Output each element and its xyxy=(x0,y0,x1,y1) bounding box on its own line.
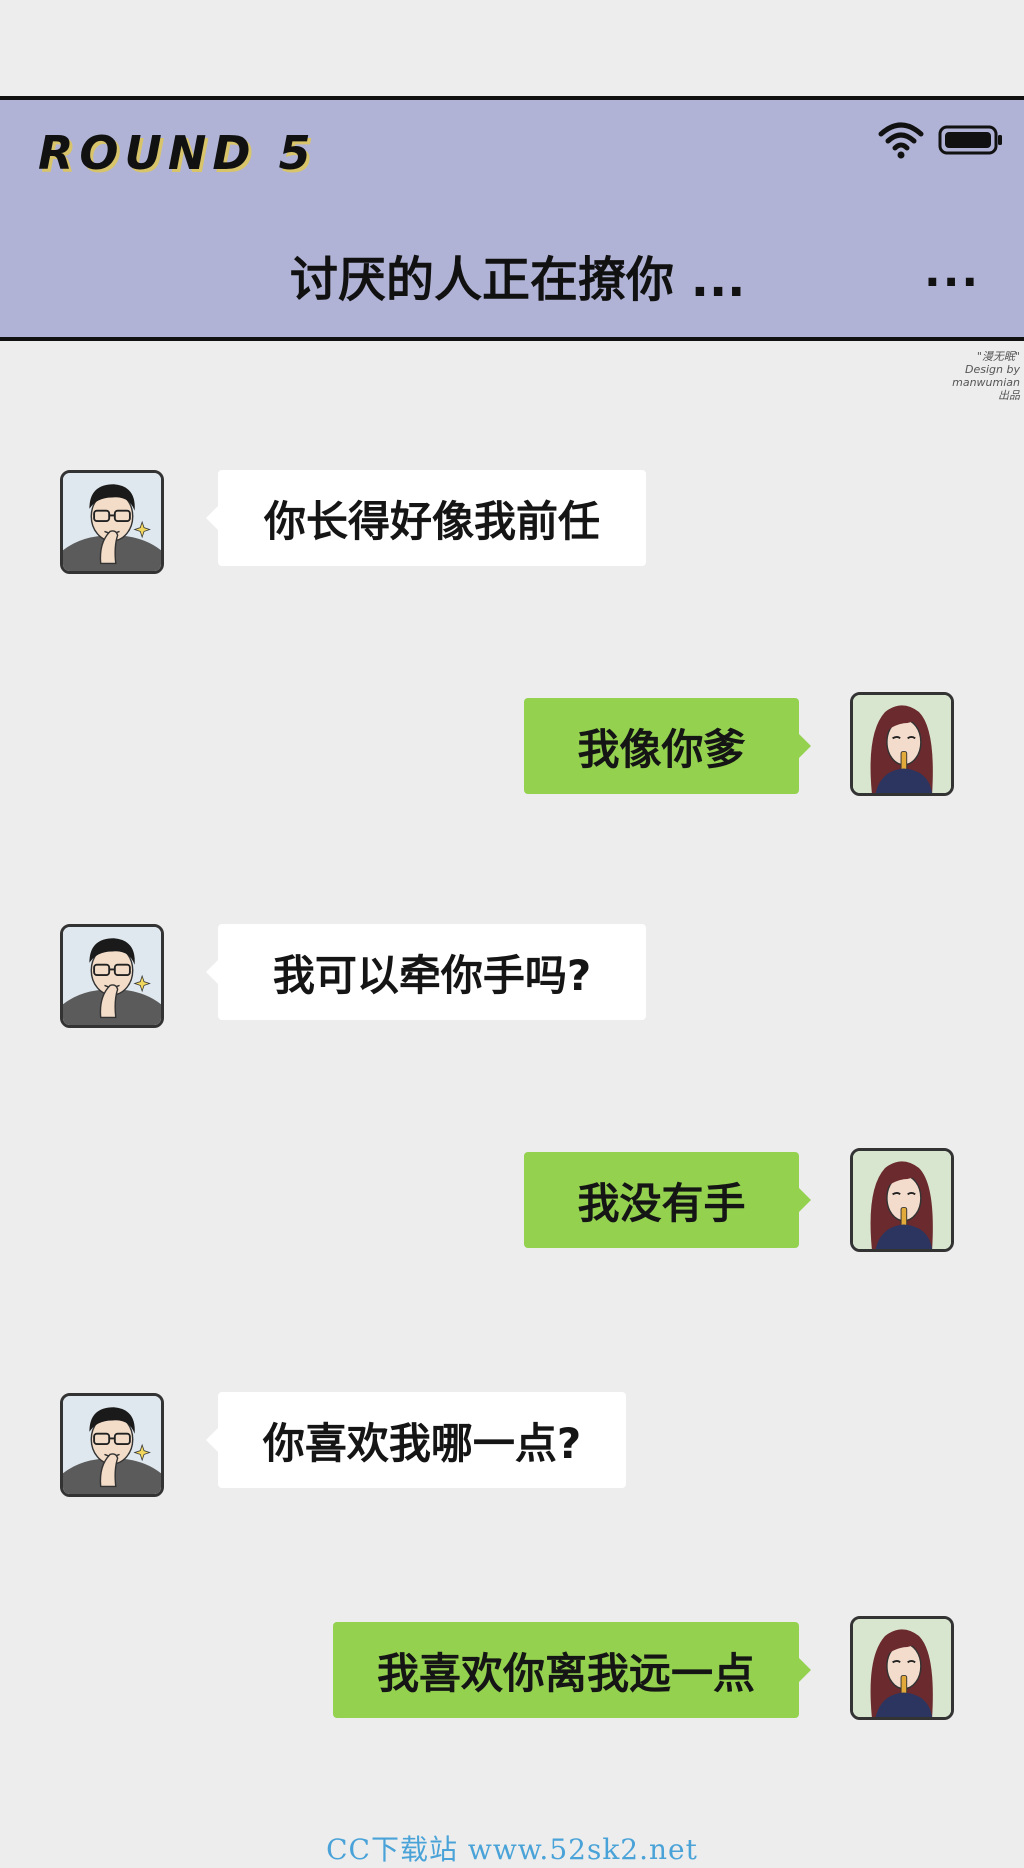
watermark-line: manwumian 出品 xyxy=(952,376,1020,402)
male-avatar[interactable] xyxy=(60,470,164,574)
male-avatar[interactable] xyxy=(60,1393,164,1497)
message-bubble-sent[interactable]: 我没有手 xyxy=(524,1152,811,1248)
chat-header: ROUND 5 讨厌的人正在撩你 ... ... xyxy=(0,96,1024,341)
battery-icon xyxy=(938,125,1002,155)
female-avatar[interactable] xyxy=(850,1616,954,1720)
male-avatar[interactable] xyxy=(60,924,164,1028)
message-bubble-received[interactable]: 你喜欢我哪一点? xyxy=(206,1392,626,1488)
watermark-line: Design by xyxy=(965,363,1020,376)
chat-title: 讨厌的人正在撩你 ... xyxy=(290,252,746,308)
wifi-icon xyxy=(878,122,924,159)
message-bubble-received[interactable]: 我可以牵你手吗? xyxy=(206,924,646,1020)
top-margin xyxy=(0,0,1024,96)
message-bubble-sent[interactable]: 我喜欢你离我远一点 xyxy=(333,1622,811,1718)
message-bubble-sent[interactable]: 我像你爹 xyxy=(524,698,811,794)
watermark-line: "漫无眠" xyxy=(976,350,1020,363)
footer-watermark: CC下载站 www.52sk2.net xyxy=(326,1833,698,1866)
message-bubble-received[interactable]: 你长得好像我前任 xyxy=(206,470,646,566)
female-avatar[interactable] xyxy=(850,1148,954,1252)
round-label: ROUND 5 xyxy=(38,126,317,180)
female-avatar[interactable] xyxy=(850,692,954,796)
watermark-logo: "漫无眠" Design by manwumian 出品 xyxy=(950,350,1020,402)
more-options-button[interactable]: ... xyxy=(924,246,980,297)
